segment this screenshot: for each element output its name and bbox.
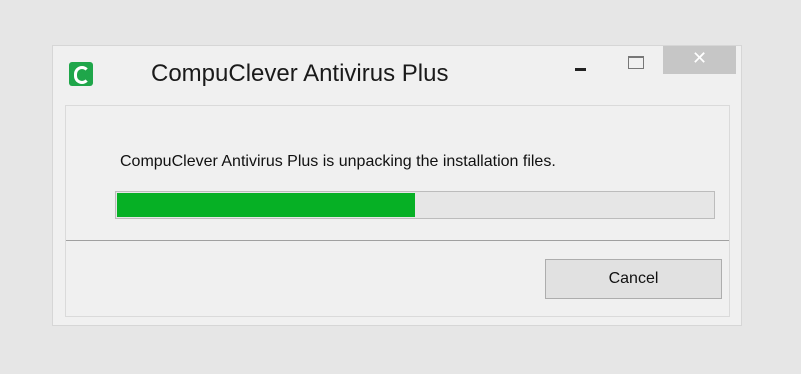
title-bar[interactable]: CompuClever Antivirus Plus ✕ xyxy=(53,46,741,105)
minimize-button[interactable] xyxy=(561,46,601,80)
close-icon: ✕ xyxy=(691,48,708,69)
divider xyxy=(66,240,729,241)
progress-bar-fill xyxy=(117,193,415,217)
maximize-icon xyxy=(628,56,644,69)
maximize-button[interactable] xyxy=(615,46,655,80)
status-message: CompuClever Antivirus Plus is unpacking … xyxy=(120,153,556,170)
cancel-button[interactable]: Cancel xyxy=(545,259,722,299)
progress-bar xyxy=(115,191,715,219)
window-title: CompuClever Antivirus Plus xyxy=(151,60,449,87)
minimize-icon xyxy=(575,68,586,71)
close-button[interactable]: ✕ xyxy=(663,46,736,74)
dialog-content: CompuClever Antivirus Plus is unpacking … xyxy=(65,105,730,317)
compuclever-logo-icon xyxy=(69,62,93,86)
installer-window: CompuClever Antivirus Plus ✕ CompuClever… xyxy=(52,45,742,326)
